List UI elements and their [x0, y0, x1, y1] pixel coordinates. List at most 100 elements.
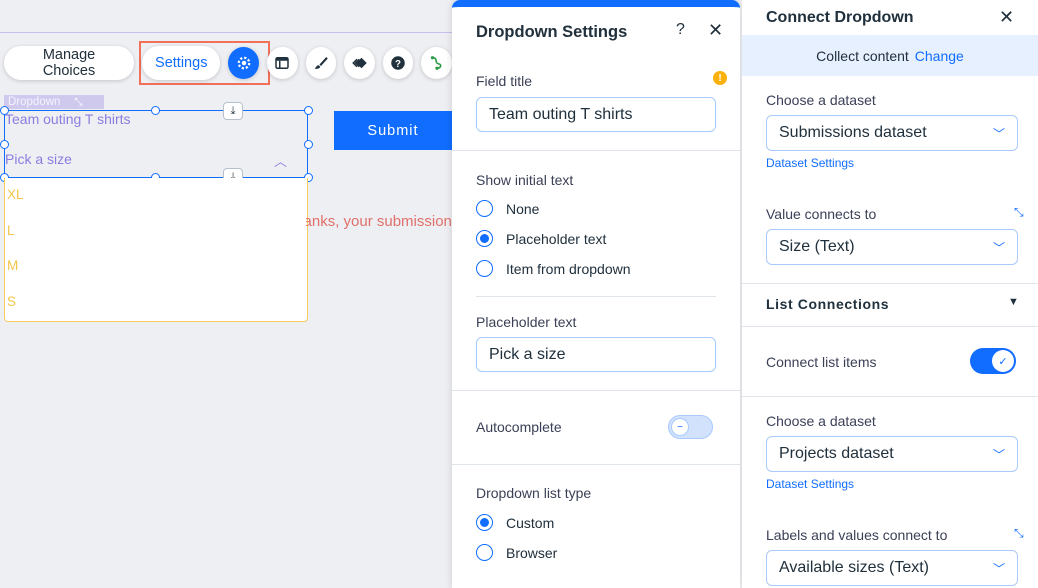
gear-icon[interactable]	[228, 47, 260, 79]
chevron-up-icon[interactable]: ︿	[274, 151, 287, 170]
list-type-label: Dropdown list type	[476, 485, 592, 501]
value-connects-select[interactable]: Size (Text) ﹀	[766, 229, 1018, 265]
resize-handle[interactable]	[0, 140, 9, 149]
resize-handle[interactable]	[304, 106, 313, 115]
dataset-select-value: Submissions dataset	[779, 124, 927, 141]
dropdown-option[interactable]: L	[7, 223, 15, 238]
radio-button[interactable]	[476, 200, 493, 217]
dataset-settings-link-2[interactable]: Dataset Settings	[766, 477, 854, 491]
info-icon[interactable]: !	[713, 71, 727, 85]
dropdown-option[interactable]: XL	[7, 187, 24, 202]
radio-placeholder-text[interactable]: Placeholder text	[476, 230, 606, 247]
link-icon: ⤡	[74, 96, 83, 108]
chevron-down-icon: ﹀	[992, 241, 1005, 255]
manage-choices-button[interactable]: Manage Choices	[4, 46, 135, 80]
brush-icon[interactable]	[305, 47, 337, 79]
labels-values-value: Available sizes (Text)	[779, 559, 929, 576]
success-message-text: Thanks, your submission has been submitt…	[306, 213, 452, 230]
list-type-section: Dropdown list type Custom Browser	[452, 465, 740, 588]
divider	[742, 326, 1038, 327]
field-title-section: Field title ! Team outing T shirts	[452, 57, 740, 151]
component-toolbar: Manage Choices Settings ?	[4, 45, 453, 81]
list-connections-header[interactable]: List Connections	[766, 296, 889, 312]
help-icon[interactable]: ?	[382, 47, 414, 79]
field-title-label: Field title	[476, 73, 533, 89]
stretch-icon[interactable]: ⤓	[223, 102, 243, 120]
divider	[742, 283, 1038, 284]
radio-label: Browser	[506, 544, 558, 561]
placeholder-text-label: Placeholder text	[476, 314, 577, 330]
autocomplete-label: Autocomplete	[476, 419, 562, 435]
dropdown-field-title: Team outing T shirts	[5, 111, 131, 127]
minus-icon: −	[671, 418, 689, 436]
dataset-select[interactable]: Submissions dataset ﹀	[766, 115, 1018, 151]
dataset-select-2[interactable]: Projects dataset ﹀	[766, 436, 1018, 472]
radio-none[interactable]: None	[476, 200, 539, 217]
panel-header: Dropdown Settings ? ✕	[452, 7, 740, 57]
field-title-input[interactable]: Team outing T shirts	[476, 97, 716, 132]
success-message: Thanks, your submission has been submitt…	[306, 213, 452, 230]
animation-icon[interactable]	[344, 47, 375, 79]
radio-label: Placeholder text	[506, 230, 607, 247]
guide-line	[0, 32, 452, 33]
radio-label: Custom	[506, 514, 555, 531]
labels-values-label: Labels and values connect to	[766, 527, 948, 543]
dataset-settings-link[interactable]: Dataset Settings	[766, 156, 854, 170]
autocomplete-toggle[interactable]: −	[668, 415, 713, 439]
caret-down-icon[interactable]: ▼	[1008, 296, 1019, 308]
close-icon[interactable]: ✕	[999, 7, 1014, 28]
radio-label: Item from dropdown	[506, 260, 631, 277]
divider	[742, 396, 1038, 397]
autocomplete-section: Autocomplete −	[452, 391, 740, 465]
connect-list-items-label: Connect list items	[766, 354, 877, 370]
connect-data-icon[interactable]	[421, 47, 453, 79]
radio-button[interactable]	[476, 260, 493, 277]
connect-dropdown-panel: Connect Dropdown ✕ Collect content Chang…	[742, 0, 1038, 588]
divider	[476, 296, 716, 297]
radio-label: None	[506, 200, 540, 217]
connect-icon[interactable]: ⤡	[1014, 205, 1024, 220]
submit-button[interactable]: Submit	[334, 111, 452, 150]
resize-handle[interactable]	[151, 106, 160, 115]
dataset-select-value-2: Projects dataset	[779, 445, 894, 462]
editor-canvas: Manage Choices Settings ? Dropdown ⤡ ⤓ ⤓…	[0, 0, 453, 588]
panel-title: Dropdown Settings	[476, 23, 628, 41]
chevron-down-icon: ﹀	[992, 127, 1005, 141]
change-link[interactable]: Change	[915, 48, 964, 64]
show-initial-text-label: Show initial text	[476, 172, 574, 188]
radio-browser[interactable]: Browser	[476, 544, 557, 561]
close-icon[interactable]: ✕	[708, 20, 723, 41]
radio-item-from-dropdown[interactable]: Item from dropdown	[476, 260, 631, 277]
help-icon[interactable]: ?	[676, 21, 685, 39]
choose-dataset-label: Choose a dataset	[766, 92, 876, 108]
value-connects-value: Size (Text)	[779, 238, 855, 255]
settings-button[interactable]: Settings	[142, 46, 221, 80]
radio-button[interactable]	[476, 544, 493, 561]
connect-list-items-toggle[interactable]: ✓	[970, 348, 1016, 374]
choose-dataset-label-2: Choose a dataset	[766, 413, 876, 429]
chevron-down-icon: ﹀	[992, 448, 1005, 462]
placeholder-text-input[interactable]: Pick a size	[476, 337, 716, 372]
radio-custom[interactable]: Custom	[476, 514, 554, 531]
component-tag: Dropdown ⤡	[4, 95, 104, 109]
connect-icon[interactable]: ⤡	[1014, 526, 1024, 541]
value-connects-label: Value connects to	[766, 206, 877, 222]
resize-handle[interactable]	[304, 140, 313, 149]
labels-values-select[interactable]: Available sizes (Text) ﹀	[766, 550, 1018, 586]
dropdown-placeholder[interactable]: Pick a size	[5, 151, 72, 167]
collect-content-bar: Collect content Change	[742, 35, 1038, 76]
radio-button[interactable]	[476, 514, 493, 531]
dropdown-settings-panel: Dropdown Settings ? ✕ Field title ! Team…	[452, 0, 740, 588]
dropdown-option[interactable]: M	[7, 258, 18, 273]
layout-icon[interactable]	[267, 47, 298, 79]
initial-text-section: Show initial text None Placeholder text …	[452, 151, 740, 391]
component-tag-label: Dropdown	[8, 96, 61, 108]
dropdown-options-list: XL L M S	[4, 178, 308, 322]
connect-panel-title: Connect Dropdown	[766, 9, 914, 26]
collect-content-text: Collect content	[816, 47, 909, 64]
dropdown-option[interactable]: S	[7, 294, 16, 309]
checkmark-icon: ✓	[992, 350, 1014, 372]
chevron-down-icon: ﹀	[992, 562, 1005, 576]
radio-button[interactable]	[476, 230, 493, 247]
svg-text:?: ?	[395, 59, 401, 70]
